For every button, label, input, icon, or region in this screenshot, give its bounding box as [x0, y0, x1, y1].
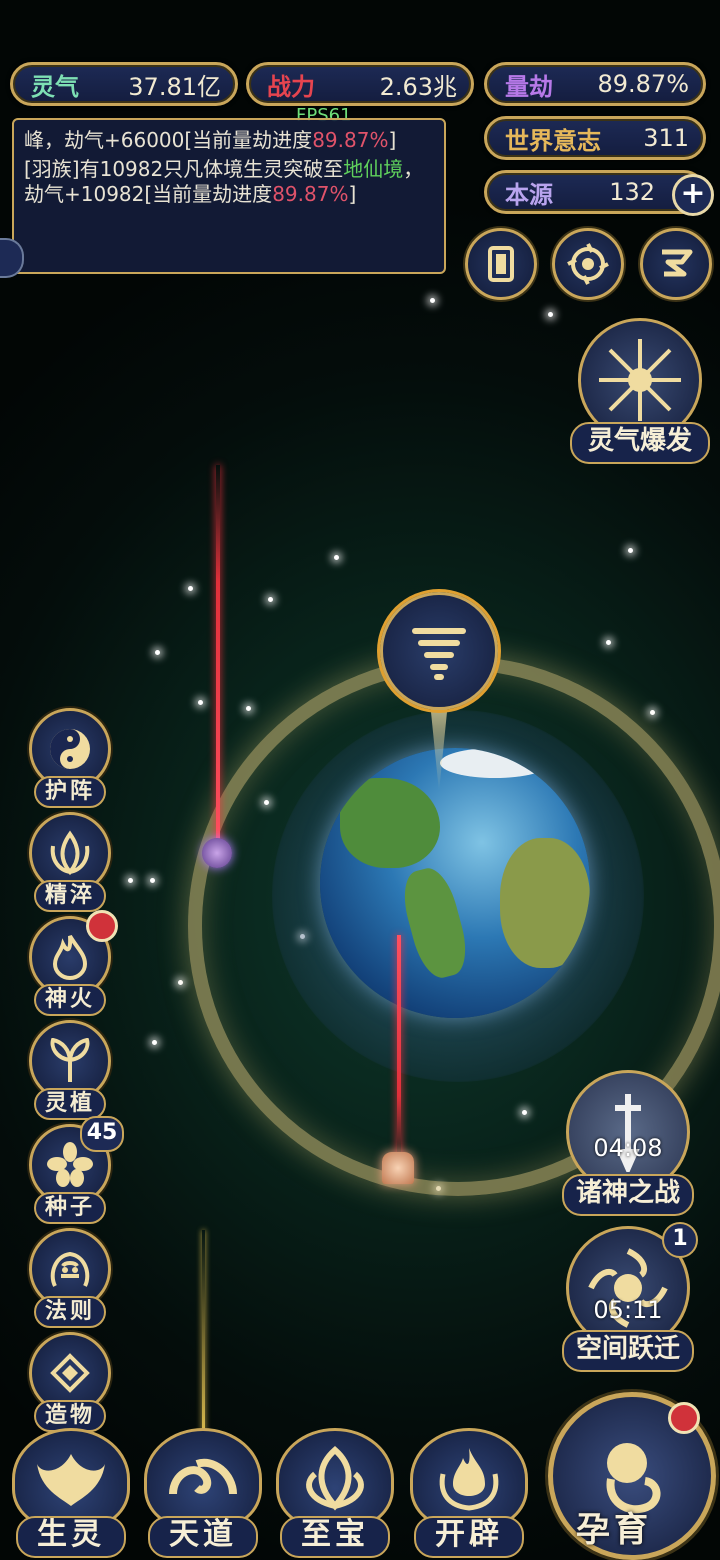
laser-beam	[397, 935, 401, 1165]
vortex-icon	[567, 243, 609, 285]
space-jump-label: 空间跃迁	[562, 1330, 694, 1372]
stat-label: 世界意志	[505, 125, 601, 155]
stat-value: 132	[609, 178, 655, 206]
portal-button[interactable]	[552, 228, 624, 300]
stat-label: 战力	[267, 71, 315, 101]
notification-badge	[668, 1402, 700, 1434]
cloud-swirl-icon	[144, 1428, 262, 1530]
side-menu-divine-fire[interactable]: 神火	[28, 910, 118, 1016]
nav-label: 天道	[148, 1516, 258, 1558]
stat-value: 311	[643, 124, 689, 152]
stat-label: 量劫	[505, 71, 553, 101]
side-menu-law[interactable]: 法则	[28, 1228, 112, 1328]
creature-crystal[interactable]	[382, 1152, 414, 1184]
stat-value: 89.87%	[597, 70, 689, 98]
nav-label: 生灵	[16, 1516, 126, 1558]
space-jump-button[interactable]: 05:11 空间跃迁 1	[562, 1222, 698, 1372]
space-jump-count-badge: 1	[662, 1222, 698, 1258]
card-icon	[488, 246, 514, 282]
stat-value: 2.63兆	[379, 72, 457, 101]
nav-label: 开辟	[414, 1516, 524, 1558]
stat-label: 本源	[505, 179, 553, 209]
lingqi-burst-button[interactable]: 灵气爆发	[570, 318, 710, 464]
nurture-label: 孕育	[576, 1510, 652, 1550]
side-menu-label: 护阵	[34, 776, 106, 808]
burst-label: 灵气爆发	[570, 422, 710, 464]
side-menu-label: 精淬	[34, 880, 106, 912]
gods-war-button[interactable]: 04:08 诸神之战	[562, 1070, 694, 1216]
seed-count-badge: 45	[80, 1116, 124, 1152]
stat-lingqi[interactable]: 灵气 37.81亿	[10, 62, 238, 106]
phoenix-icon	[12, 1428, 130, 1530]
flame-axe-icon	[410, 1428, 528, 1530]
nav-label: 至宝	[280, 1516, 390, 1558]
log-entry: [羽族]有10982只凡体境生灵突破至地仙境，劫气+10982[当前量劫进度89…	[24, 157, 424, 206]
nurture-button[interactable]: 孕育	[548, 1392, 716, 1560]
gods-war-timer: 04:08	[593, 1134, 663, 1162]
side-menu-label: 种子	[34, 1192, 106, 1224]
laser-beam	[216, 465, 220, 855]
burst-star-icon	[599, 339, 681, 421]
side-menu-refine[interactable]: 精淬	[28, 812, 112, 912]
log-entry: 峰，劫气+66000[当前量劫进度89.87%]	[24, 128, 397, 152]
stat-label: 灵气	[31, 71, 79, 101]
scroll-icon	[662, 249, 693, 277]
space-jump-timer: 05:11	[593, 1296, 663, 1324]
event-marker[interactable]	[380, 592, 498, 792]
creature-orb[interactable]	[202, 838, 232, 868]
side-menu-creation[interactable]: 造物	[28, 1332, 112, 1432]
add-icon[interactable]: +	[672, 174, 714, 216]
treasure-icon	[276, 1428, 394, 1530]
notification-badge	[86, 910, 118, 942]
event-log: 峰，劫气+66000[当前量劫进度89.87%] [羽族]有10982只凡体境生…	[12, 118, 446, 274]
gods-war-label: 诸神之战	[562, 1174, 694, 1216]
nav-creatures[interactable]: 生灵	[12, 1428, 130, 1558]
stat-world-will[interactable]: 世界意志 311	[484, 116, 706, 160]
side-menu-label: 法则	[34, 1296, 106, 1328]
side-menu-label: 神火	[34, 984, 106, 1016]
tornado-icon	[380, 592, 498, 710]
scroll-button[interactable]	[640, 228, 712, 300]
side-menu-spirit-plant[interactable]: 灵植	[28, 1020, 112, 1120]
side-menu-protect[interactable]: 护阵	[28, 708, 112, 808]
side-menu-seed[interactable]: 种子 45	[28, 1116, 124, 1224]
stat-liangjie[interactable]: 量劫 89.87%	[484, 62, 706, 106]
laser-beam	[202, 1230, 205, 1440]
nav-create-world[interactable]: 开辟	[410, 1428, 528, 1558]
stat-zhanli[interactable]: 战力 2.63兆	[246, 62, 474, 106]
stat-value: 37.81亿	[128, 72, 221, 101]
nav-heavenly-dao[interactable]: 天道	[144, 1428, 262, 1558]
nav-treasure[interactable]: 至宝	[276, 1428, 394, 1558]
card-button[interactable]	[465, 228, 537, 300]
